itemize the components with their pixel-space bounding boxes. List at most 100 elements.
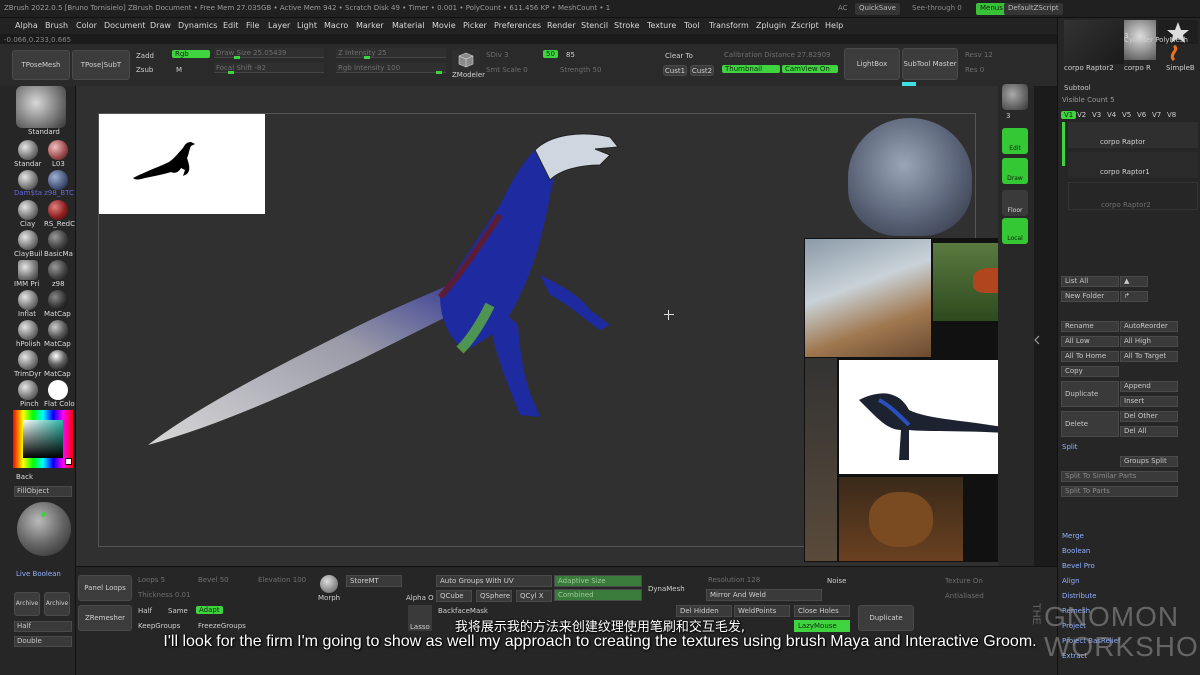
menu-texture[interactable]: Texture [647, 21, 676, 30]
menu-alpha[interactable]: Alpha [15, 21, 38, 30]
new-folder-button[interactable]: New Folder [1061, 291, 1119, 302]
subtool-item-1[interactable]: corpo Raptor [1068, 122, 1198, 148]
tab-v6[interactable]: V6 [1137, 111, 1146, 119]
brush-z98b-thumb[interactable] [48, 260, 68, 280]
raptor-3d-model[interactable] [140, 125, 640, 455]
menu-brush[interactable]: Brush [45, 21, 68, 30]
all-to-home-button[interactable]: All To Home [1061, 351, 1119, 362]
tab-v5[interactable]: V5 [1122, 111, 1131, 119]
dynamesh-button[interactable]: DynaMesh [648, 585, 685, 593]
brush-rs-redc-thumb[interactable] [48, 200, 68, 220]
brush-inflat-thumb[interactable] [18, 290, 38, 310]
edit-button[interactable]: Edit [1002, 128, 1028, 154]
resolution-value[interactable]: Resolution 128 [708, 576, 760, 584]
boolean-section[interactable]: Boolean [1062, 547, 1090, 555]
copy-button[interactable]: Copy [1061, 366, 1119, 377]
thumbnail-button[interactable]: Thumbnail [722, 65, 780, 73]
align-section[interactable]: Align [1062, 577, 1080, 585]
brush-matcap2-thumb[interactable] [48, 320, 68, 340]
brush-imm-thumb[interactable] [18, 260, 38, 280]
draw-button[interactable]: Draw [1002, 158, 1028, 184]
all-low-button[interactable]: All Low [1061, 336, 1119, 347]
bevel-value[interactable]: Bevel 50 [198, 576, 229, 584]
folder-arrow-button[interactable]: ↱ [1120, 291, 1148, 302]
menu-material[interactable]: Material [392, 21, 425, 30]
backfacemask-button[interactable]: BackfaceMask [438, 607, 488, 615]
texture-on-button[interactable]: Texture On [945, 577, 983, 585]
qcylx-button[interactable]: QCyl X [516, 590, 552, 602]
tab-v7[interactable]: V7 [1152, 111, 1161, 119]
rename-button[interactable]: Rename [1061, 321, 1119, 332]
arrow-up-button[interactable]: ▲ [1120, 276, 1148, 287]
draw-size-slider[interactable]: Draw Size 25.05439 [214, 48, 324, 59]
seethrough-slider[interactable]: See-through 0 [912, 4, 962, 12]
collapse-arrow-right[interactable] [1034, 320, 1040, 360]
material-sphere[interactable] [17, 502, 71, 556]
brush-hpolish-thumb[interactable] [18, 320, 38, 340]
merge-section[interactable]: Merge [1062, 532, 1084, 540]
m-button[interactable]: M [176, 66, 182, 74]
cust1-button[interactable]: Cust1 [663, 65, 687, 76]
draw-size-knob[interactable] [234, 56, 240, 59]
tab-v8[interactable]: V8 [1167, 111, 1176, 119]
tposemesh-button[interactable]: TPoseMesh [12, 50, 70, 80]
brush-standard-thumb[interactable] [18, 140, 38, 160]
menu-light[interactable]: Light [297, 21, 317, 30]
default-zscript-button[interactable]: DefaultZScript [1004, 3, 1063, 15]
rgb-intensity-slider[interactable]: Rgb Intensity 100 [336, 63, 446, 74]
menu-dynamics[interactable]: Dynamics [178, 21, 217, 30]
archive-button-2[interactable]: Archive [44, 592, 70, 616]
storemt-button[interactable]: StoreMT [346, 575, 402, 587]
loops-value[interactable]: Loops 5 [138, 576, 165, 584]
subtool-header[interactable]: Subtool [1064, 84, 1091, 92]
morph-sphere[interactable] [320, 575, 338, 593]
back-label[interactable]: Back [16, 473, 33, 481]
menu-layer[interactable]: Layer [268, 21, 290, 30]
menu-draw[interactable]: Draw [150, 21, 171, 30]
menu-file[interactable]: File [246, 21, 259, 30]
brush-l03-thumb[interactable] [48, 140, 68, 160]
secondary-color-swatch[interactable] [65, 458, 72, 465]
brush-matcap1-thumb[interactable] [48, 290, 68, 310]
zadd-button[interactable]: Zadd [136, 52, 154, 60]
menu-marker[interactable]: Marker [356, 21, 384, 30]
half-toggle[interactable]: Half [138, 607, 152, 615]
smt-value[interactable]: 50 [543, 50, 558, 58]
all-high-button[interactable]: All High [1120, 336, 1178, 347]
menus-toggle[interactable]: Menus [976, 3, 1007, 15]
menu-macro[interactable]: Macro [324, 21, 348, 30]
del-all-button[interactable]: Del All [1120, 426, 1178, 437]
subtool-master-button[interactable]: SubTool Master [902, 48, 958, 80]
brush-trimdynamic-thumb[interactable] [18, 350, 38, 370]
bpr-render-button[interactable] [1002, 84, 1028, 110]
qcube-button[interactable]: QCube [436, 590, 472, 602]
menu-color[interactable]: Color [76, 21, 97, 30]
mirror-and-weld-button[interactable]: Mirror And Weld [706, 589, 822, 601]
z-intensity-slider[interactable]: Z Intensity 25 [336, 48, 446, 59]
menu-transform[interactable]: Transform [709, 21, 749, 30]
zmodeler-button[interactable]: ZModeler [452, 49, 485, 79]
quicksave-button[interactable]: QuickSave [855, 3, 900, 15]
clear-to-button[interactable]: Clear To [665, 52, 693, 60]
combined-button[interactable]: Combined [554, 589, 642, 601]
standard-brush-thumbnail[interactable] [16, 86, 66, 128]
brush-clay-thumb[interactable] [18, 200, 38, 220]
split-similar-parts-button[interactable]: Split To Similar Parts [1061, 471, 1178, 482]
brush-pinch-thumb[interactable] [18, 380, 38, 400]
brush-flatcolor-thumb[interactable] [48, 380, 68, 400]
brush-matcap3-thumb[interactable] [48, 350, 68, 370]
tab-v2[interactable]: V2 [1077, 111, 1086, 119]
tab-v3[interactable]: V3 [1092, 111, 1101, 119]
menu-picker[interactable]: Picker [463, 21, 487, 30]
color-picker-square[interactable] [23, 420, 63, 458]
tool-thumb-raptor[interactable] [1064, 20, 1124, 64]
menu-zscript[interactable]: Zscript [791, 21, 819, 30]
delete-button[interactable]: Delete [1061, 411, 1119, 437]
menu-preferences[interactable]: Preferences [494, 21, 541, 30]
panel-loops-button[interactable]: Panel Loops [78, 575, 132, 601]
antialiased-button[interactable]: Antialiased [945, 592, 984, 600]
thickness-value[interactable]: Thickness 0.01 [138, 591, 190, 599]
zsub-button[interactable]: Zsub [136, 66, 153, 74]
focal-shift-knob[interactable] [228, 71, 234, 74]
all-to-target-button[interactable]: All To Target [1120, 351, 1178, 362]
